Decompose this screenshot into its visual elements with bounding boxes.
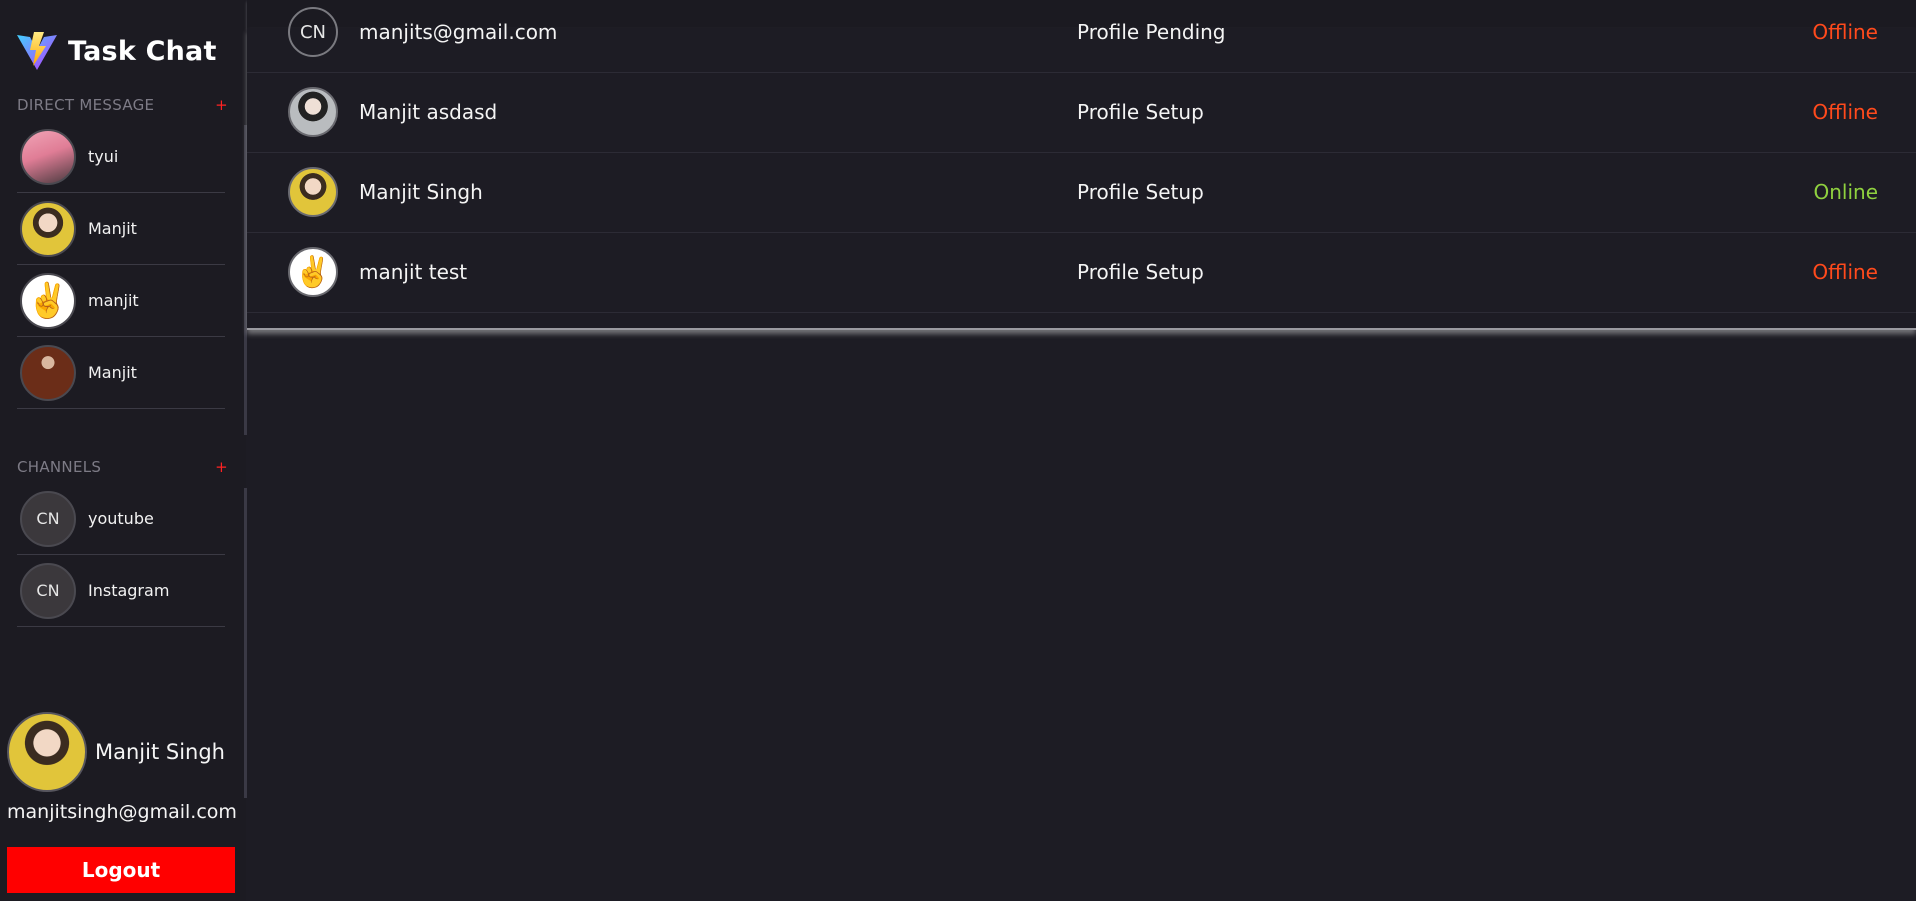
presence-status: Offline xyxy=(1812,100,1878,124)
dm-label: Manjit xyxy=(88,219,137,238)
victory-hand-icon: ✌️ xyxy=(288,247,338,297)
profile-status: Profile Setup xyxy=(1077,180,1204,204)
dm-label: Manjit xyxy=(88,363,137,382)
avatar xyxy=(20,128,76,185)
vite-lightning-logo-icon xyxy=(17,32,57,70)
dm-label: manjit xyxy=(88,291,139,310)
channel-item-instagram[interactable]: CN Instagram xyxy=(17,555,225,627)
dm-item-tyui[interactable]: tyui xyxy=(17,121,225,193)
user-name: Manjit asdasd xyxy=(359,100,498,124)
avatar xyxy=(20,344,76,401)
victory-hand-icon: ✌️ xyxy=(20,272,76,329)
dm-item-manjit-lower[interactable]: ✌️ manjit xyxy=(17,265,225,337)
user-name: manjits@gmail.com xyxy=(359,20,558,44)
profile-status: Profile Setup xyxy=(1077,100,1204,124)
user-name: Manjit Singh xyxy=(359,180,483,204)
direct-message-list: tyui Manjit ✌️ manjit Manjit xyxy=(17,121,225,409)
table-row[interactable]: Manjit Singh Profile Setup Online xyxy=(247,152,1916,233)
table-row[interactable]: CN manjits@gmail.com Profile Pending Off… xyxy=(247,0,1916,73)
user-avatar xyxy=(288,87,338,137)
table-row[interactable]: ✌️ manjit test Profile Setup Offline xyxy=(247,232,1916,313)
channel-label: Instagram xyxy=(88,581,170,600)
add-direct-message-button[interactable]: + xyxy=(215,96,228,114)
app-title: Task Chat xyxy=(68,35,217,67)
current-user: Manjit Singh xyxy=(7,712,225,792)
channel-avatar: CN xyxy=(20,562,76,619)
dm-label: tyui xyxy=(88,147,119,166)
table-row[interactable]: Manjit asdasd Profile Setup Offline xyxy=(247,72,1916,153)
dm-item-manjit-2[interactable]: Manjit xyxy=(17,337,225,409)
user-name: manjit test xyxy=(359,260,468,284)
direct-message-heading: DIRECT MESSAGE xyxy=(17,96,155,114)
presence-status: Online xyxy=(1813,180,1878,204)
presence-status: Offline xyxy=(1812,260,1878,284)
channel-avatar: CN xyxy=(20,490,76,547)
sidebar: Task Chat DIRECT MESSAGE + tyui Manjit ✌… xyxy=(0,0,247,901)
dm-item-manjit[interactable]: Manjit xyxy=(17,193,225,265)
profile-status: Profile Setup xyxy=(1077,260,1204,284)
direct-message-header: DIRECT MESSAGE + xyxy=(17,96,228,114)
channel-label: youtube xyxy=(88,509,154,528)
current-user-email: manjitsingh@gmail.com xyxy=(7,801,237,823)
channel-item-youtube[interactable]: CN youtube xyxy=(17,483,225,555)
user-avatar: CN xyxy=(288,7,338,57)
users-table: CN manjits@gmail.com Profile Pending Off… xyxy=(247,7,1916,330)
logout-button[interactable]: Logout xyxy=(7,847,235,893)
channels-header: CHANNELS + xyxy=(17,458,228,476)
profile-status: Profile Pending xyxy=(1077,20,1226,44)
current-user-name: Manjit Singh xyxy=(95,740,225,764)
add-channel-button[interactable]: + xyxy=(215,458,228,476)
user-avatar xyxy=(288,167,338,217)
current-user-avatar[interactable] xyxy=(7,712,87,792)
main-content: CN manjits@gmail.com Profile Pending Off… xyxy=(247,0,1916,901)
channel-list: CN youtube CN Instagram xyxy=(17,483,225,627)
avatar xyxy=(20,200,76,257)
channels-heading: CHANNELS xyxy=(17,458,102,476)
brand: Task Chat xyxy=(16,30,217,72)
presence-status: Offline xyxy=(1812,20,1878,44)
